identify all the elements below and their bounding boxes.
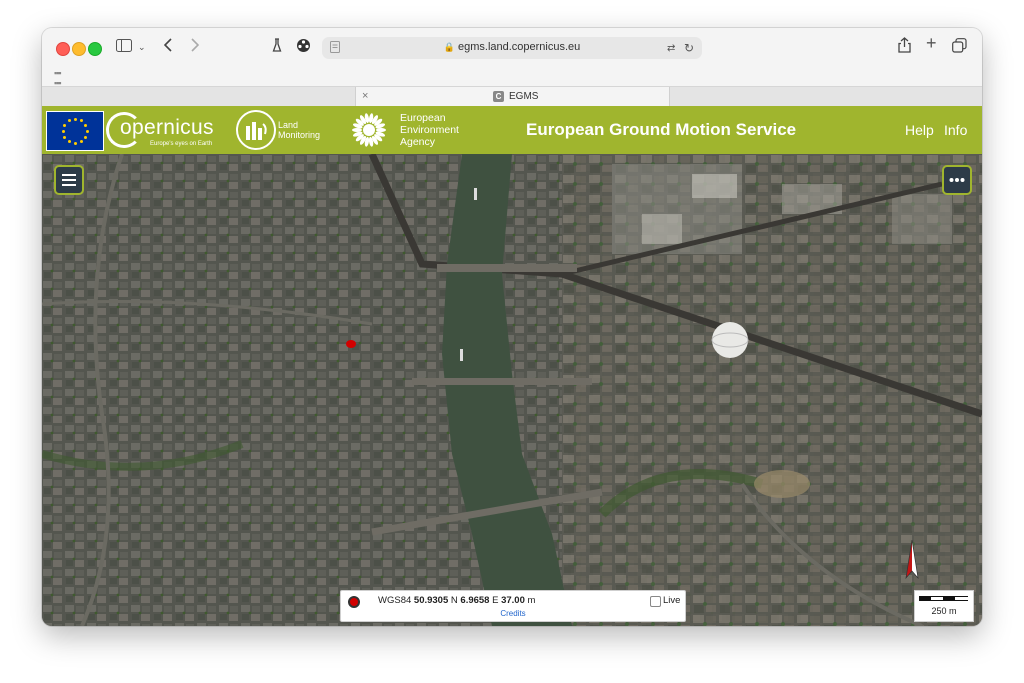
crs-label: WGS84	[378, 595, 412, 606]
eu-star-icon	[85, 129, 89, 133]
live-checkbox[interactable]	[650, 596, 661, 607]
credits-label[interactable]: Credits	[500, 609, 525, 618]
reload-icon[interactable]: ↻	[684, 40, 694, 56]
page-title: European Ground Motion Service	[526, 120, 797, 139]
more-dots-icon	[949, 178, 965, 182]
close-window-button[interactable]	[56, 42, 70, 56]
scale-segment	[943, 596, 955, 601]
scale-segment	[955, 596, 968, 601]
copernicus-tagline: Europe's eyes on Earth	[150, 141, 213, 147]
eea-line-1: European	[400, 112, 446, 124]
elevation-unit: m	[527, 595, 536, 606]
live-label[interactable]: Live	[663, 595, 680, 606]
longitude-dir: E	[492, 595, 499, 606]
translate-icon[interactable]: ⇄	[667, 41, 675, 57]
url-text[interactable]: 🔒 egms.land.copernicus.eu	[322, 41, 702, 53]
eu-star-icon	[63, 135, 67, 139]
latitude-dir: N	[450, 595, 458, 606]
share-icon[interactable]	[898, 37, 911, 56]
browser-toolbar: ⌄ 🔒 egms.land.copernicus.eu ⇄ ↻ + ▪▪▪ ▪▪…	[42, 28, 982, 88]
chevron-down-icon[interactable]: ⌄	[138, 39, 146, 55]
land-monitoring-icon[interactable]	[236, 110, 276, 150]
lock-icon: 🔒	[443, 42, 455, 52]
tab-close-icon[interactable]: ×	[362, 90, 368, 102]
land-monitoring-label: Land Monitoring	[278, 120, 320, 140]
tab-favicon-icon: C	[493, 91, 504, 102]
info-link[interactable]: Info	[944, 122, 967, 138]
url-label: egms.land.copernicus.eu	[457, 41, 581, 53]
eu-star-icon	[79, 139, 83, 143]
scale-bar: 250 m	[914, 590, 974, 622]
scale-segment	[919, 596, 931, 601]
tab-egms[interactable]: × C EGMS	[355, 87, 670, 107]
land-label: Land	[278, 120, 299, 130]
eu-star-icon	[63, 123, 67, 127]
eea-line-3: Agency	[400, 136, 436, 148]
flask-extension-icon[interactable]	[272, 38, 282, 56]
eu-star-icon	[67, 119, 71, 123]
sun-core	[363, 124, 375, 136]
grid-icon[interactable]: ▪▪▪ ▪▪▪	[54, 68, 62, 88]
elevation-value: 37.00	[501, 595, 525, 606]
eu-star-icon	[73, 141, 77, 145]
tab-title: EGMS	[509, 91, 539, 102]
scale-label: 250 m	[931, 606, 957, 616]
record-icon[interactable]	[348, 596, 360, 608]
copernicus-logo[interactable]: opernicus Europe's eyes on Earth	[106, 108, 216, 152]
coordinate-readout[interactable]: WGS84 50.9305 N 6.9658 E 37.00 m	[378, 595, 535, 606]
help-link[interactable]: Help	[905, 122, 934, 138]
map-view[interactable]: WGS84 50.9305 N 6.9658 E 37.00 m Live Cr…	[42, 154, 982, 626]
sun-ray	[376, 128, 386, 132]
copernicus-wordmark: opernicus	[120, 116, 214, 139]
minimize-window-button[interactable]	[72, 42, 86, 56]
eu-star-icon	[73, 117, 77, 121]
sun-ray	[352, 128, 362, 132]
tab-overview-icon[interactable]	[952, 38, 967, 56]
menu-button[interactable]	[54, 165, 84, 195]
eu-star-icon	[79, 119, 83, 123]
longitude-value: 6.9658	[460, 595, 490, 606]
eu-star-icon	[83, 123, 87, 127]
back-icon[interactable]	[163, 38, 173, 55]
monitoring-label: Monitoring	[278, 130, 321, 140]
zoom-window-button[interactable]	[88, 42, 102, 56]
eea-label: European Environment Agency	[400, 112, 459, 148]
forward-icon[interactable]	[190, 38, 200, 55]
eea-sun-icon[interactable]	[349, 110, 389, 150]
address-bar[interactable]: 🔒 egms.land.copernicus.eu ⇄ ↻	[322, 37, 702, 59]
app-header: opernicus Europe's eyes on Earth Land Mo…	[42, 106, 982, 154]
browser-window: ⌄ 🔒 egms.land.copernicus.eu ⇄ ↻ + ▪▪▪ ▪▪…	[42, 28, 982, 626]
north-arrow-icon[interactable]	[901, 538, 923, 582]
eu-flag-logo[interactable]	[46, 111, 104, 151]
new-tab-icon[interactable]: +	[926, 34, 937, 52]
extension-icon[interactable]	[296, 38, 311, 56]
eu-star-icon	[67, 139, 71, 143]
scale-segment	[931, 596, 943, 601]
tab-strip: × C EGMS	[42, 86, 982, 107]
eea-line-2: Environment	[400, 124, 459, 136]
eu-star-icon	[61, 129, 65, 133]
hamburger-menu-icon	[62, 174, 76, 186]
location-marker[interactable]	[346, 340, 356, 348]
credits-link[interactable]: Credits	[341, 609, 685, 618]
latitude-value: 50.9305	[413, 595, 449, 606]
sidebar-icon[interactable]	[116, 39, 132, 55]
coordinate-panel: WGS84 50.9305 N 6.9658 E 37.00 m Live Cr…	[340, 590, 686, 622]
more-options-button[interactable]	[942, 165, 972, 195]
eu-star-icon	[83, 135, 87, 139]
satellite-imagery[interactable]	[42, 154, 982, 626]
